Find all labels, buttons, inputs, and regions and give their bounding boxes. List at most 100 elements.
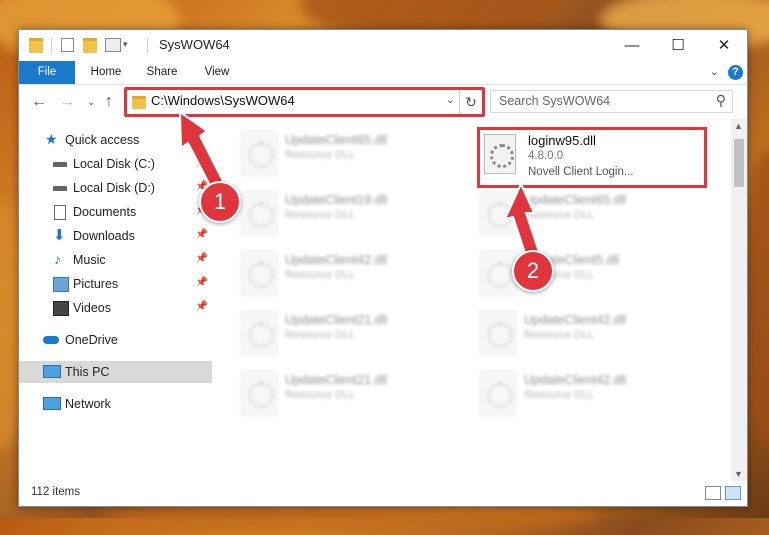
sidebar-item-label: Pictures <box>73 277 119 291</box>
help-button[interactable]: ? <box>728 65 743 80</box>
network-icon <box>43 397 61 410</box>
expand-ribbon-chevron-icon[interactable]: ⌄ <box>710 65 719 78</box>
computer-icon <box>43 365 61 378</box>
dll-file-icon <box>484 134 516 174</box>
tab-file[interactable]: File <box>19 61 75 84</box>
pictures-icon <box>53 277 69 292</box>
address-bar[interactable]: C:\Windows\SysWOW64 ⌄ ↻ <box>124 87 485 117</box>
sidebar-item-quick-access[interactable]: ★ Quick access <box>19 129 212 151</box>
dll-file-icon <box>241 251 277 295</box>
list-item[interactable]: UpdateClient65.dll Resource DLL <box>241 127 461 177</box>
file-name: UpdateClient21.dll <box>285 313 388 327</box>
file-name: UpdateClient42.dll <box>285 253 388 267</box>
details-view-icon[interactable] <box>705 486 721 500</box>
pin-icon: 📌 <box>195 277 208 288</box>
scroll-down-arrow-icon[interactable]: ▼ <box>734 469 743 479</box>
videos-icon <box>53 301 69 316</box>
documents-icon <box>54 205 66 220</box>
sidebar-item-network[interactable]: Network <box>19 393 212 415</box>
file-name: UpdateClient42.dll <box>524 373 627 387</box>
list-item[interactable]: UpdateClient42.dll Resource DLL <box>480 307 700 357</box>
sidebar-item-local-disk-c[interactable]: Local Disk (C:) 📌 <box>19 153 212 175</box>
tab-share[interactable]: Share <box>139 61 185 84</box>
item-count: 112 items <box>31 486 81 498</box>
list-item[interactable]: UpdateClient42.dll Resource DLL <box>241 247 461 297</box>
list-item[interactable]: UpdateClient42.dll Resource DLL <box>480 367 700 417</box>
minimize-button[interactable]: — <box>609 30 655 61</box>
sidebar-item-this-pc[interactable]: This PC <box>19 361 212 383</box>
refresh-icon[interactable]: ↻ <box>459 90 482 114</box>
list-item[interactable]: UpdateClient19.dll Resource DLL <box>241 187 461 237</box>
file-description: Novell Client Login... <box>528 166 634 178</box>
file-name: UpdateClient21.dll <box>285 373 388 387</box>
dll-file-icon <box>241 131 277 175</box>
list-item[interactable]: UpdateClient21.dll Resource DLL <box>241 367 461 417</box>
sidebar-item-pictures[interactable]: Pictures 📌 <box>19 273 212 295</box>
tab-view[interactable]: View <box>195 61 239 84</box>
file-type: Resource DLL <box>524 209 595 221</box>
vertical-scrollbar[interactable]: ▲ ▼ <box>731 119 747 481</box>
rename-icon[interactable] <box>105 38 121 52</box>
file-type: Resource DLL <box>285 209 356 221</box>
file-type: Resource DLL <box>285 149 356 161</box>
forward-arrow-icon[interactable]: → <box>59 93 75 111</box>
large-icons-view-icon[interactable] <box>725 486 741 500</box>
maximize-button[interactable]: ☐ <box>655 30 701 61</box>
explorer-window: ▾ SysWOW64 — ☐ ✕ File Home Share View ⌄ … <box>18 29 748 507</box>
recent-locations-chevron-icon[interactable]: ⌄ <box>87 97 95 108</box>
pin-icon: 📌 <box>195 253 208 264</box>
file-type: Resource DLL <box>285 269 356 281</box>
file-name: UpdateClient42.dll <box>524 313 627 327</box>
sidebar-item-local-disk-d[interactable]: Local Disk (D:) 📌 <box>19 177 212 199</box>
search-input[interactable]: Search SysWOW64 <box>499 94 610 108</box>
scroll-up-arrow-icon[interactable]: ▲ <box>734 121 743 131</box>
title-bar: ▾ SysWOW64 — ☐ ✕ <box>19 30 747 61</box>
close-button[interactable]: ✕ <box>701 30 747 61</box>
highlighted-file-loginw95[interactable]: loginw95.dll 4.8.0.0 Novell Client Login… <box>477 127 707 188</box>
properties-icon[interactable] <box>61 38 74 52</box>
list-item[interactable]: UpdateClient65.dll Resource DLL <box>480 187 700 237</box>
sidebar-item-onedrive[interactable]: OneDrive <box>19 329 212 351</box>
sidebar-item-label: OneDrive <box>65 333 118 347</box>
window-title: SysWOW64 <box>159 37 230 52</box>
sidebar-item-music[interactable]: ♪ Music 📌 <box>19 249 212 271</box>
ribbon: File Home Share View ⌄ ? <box>19 61 747 85</box>
sidebar-item-label: Network <box>65 397 111 411</box>
dll-file-icon <box>241 371 277 415</box>
search-box[interactable]: Search SysWOW64 ⚲ <box>490 90 733 113</box>
file-name: loginw95.dll <box>528 133 596 148</box>
address-path[interactable]: C:\Windows\SysWOW64 <box>151 93 295 108</box>
sidebar-item-videos[interactable]: Videos 📌 <box>19 297 212 319</box>
file-version: 4.8.0.0 <box>528 150 564 162</box>
list-item[interactable]: UpdateClient21.dll Resource DLL <box>241 307 461 357</box>
scrollbar-thumb[interactable] <box>734 139 744 187</box>
navigation-pane: ★ Quick access Local Disk (C:) 📌 Local D… <box>19 119 212 481</box>
up-arrow-icon[interactable]: ↑ <box>105 93 113 111</box>
address-dropdown-chevron-icon[interactable]: ⌄ <box>446 93 455 106</box>
sidebar-item-label: Local Disk (C:) <box>73 157 155 171</box>
back-arrow-icon[interactable]: ← <box>31 93 47 111</box>
sidebar-item-label: Local Disk (D:) <box>73 181 155 195</box>
dll-file-icon <box>241 191 277 235</box>
folder-icon <box>132 96 146 109</box>
file-type: Resource DLL <box>285 389 356 401</box>
sidebar-item-documents[interactable]: Documents 📌 <box>19 201 212 223</box>
download-icon: ⬇ <box>53 227 66 244</box>
navigation-bar: ← → ⌄ ↑ C:\Windows\SysWOW64 ⌄ ↻ Search S… <box>19 85 747 119</box>
cloud-icon <box>43 336 59 344</box>
tab-home[interactable]: Home <box>81 61 131 84</box>
file-name: UpdateClient65.dll <box>524 193 627 207</box>
new-folder-icon[interactable] <box>83 38 97 53</box>
search-icon[interactable]: ⚲ <box>716 92 726 109</box>
sidebar-item-downloads[interactable]: ⬇ Downloads 📌 <box>19 225 212 247</box>
file-type: Resource DLL <box>524 389 595 401</box>
sidebar-item-label: Videos <box>73 301 111 315</box>
music-icon: ♪ <box>54 251 61 267</box>
customize-toolbar-chevron-icon[interactable]: ▾ <box>123 39 128 50</box>
file-name: UpdateClient19.dll <box>285 193 388 207</box>
dll-file-icon <box>480 251 516 295</box>
pin-icon: 📌 <box>195 157 208 168</box>
file-type: Resource DLL <box>524 329 595 341</box>
sidebar-item-label: Documents <box>73 205 137 219</box>
dll-file-icon <box>241 311 277 355</box>
